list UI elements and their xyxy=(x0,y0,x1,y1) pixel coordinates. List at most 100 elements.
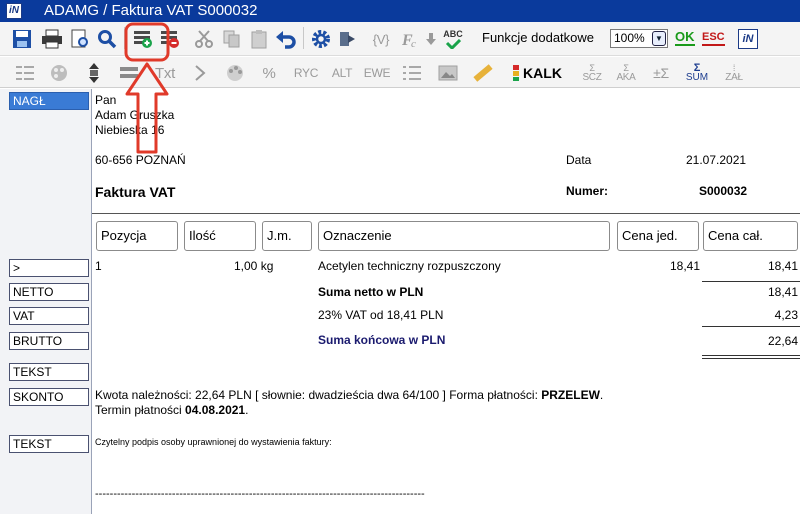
paste-icon[interactable] xyxy=(247,28,271,50)
settings-gear-icon[interactable] xyxy=(309,28,333,50)
numbered-list-icon[interactable] xyxy=(401,62,423,84)
print-preview-icon[interactable] xyxy=(68,28,92,50)
payment-summary-text: Kwota należności: 22,64 PLN [ słownie: d… xyxy=(95,388,538,402)
section-column: NAGŁ > NETTO VAT BRUTTO TEKST SKONTO TEK… xyxy=(0,89,92,514)
netto-label: Suma netto w PLN xyxy=(318,285,424,299)
item-position: 1 xyxy=(95,259,102,273)
recipient-city: 60-656 POZNAŃ xyxy=(95,153,186,167)
recipient-name: Adam Gruszka xyxy=(95,108,175,122)
spellcheck-label: ABC xyxy=(443,29,463,39)
zoom-value: 100% xyxy=(614,31,645,45)
additional-functions-button[interactable]: Funkcje dodatkowe xyxy=(482,30,594,45)
ok-button[interactable]: OK xyxy=(675,29,695,46)
section-netto[interactable]: NETTO xyxy=(9,283,89,301)
date-value: 21.07.2021 xyxy=(686,153,747,167)
alt-button[interactable]: ALT xyxy=(328,62,356,84)
column-header-name[interactable]: Oznaczenie xyxy=(318,221,610,251)
column-header-unit[interactable]: J.m. xyxy=(262,221,312,251)
svg-text:c: c xyxy=(411,38,416,49)
attachment-label: ZAŁ xyxy=(725,72,743,83)
vat-label: 23% VAT od 18,41 PLN xyxy=(318,308,444,322)
table-lines-icon[interactable] xyxy=(13,62,37,84)
chevron-down-icon[interactable]: ▼ xyxy=(652,31,666,46)
attachment-button[interactable]: ⁞ ZAŁ xyxy=(720,62,748,84)
number-value: S000032 xyxy=(699,184,748,198)
window-title: ADAMG / Faktura VAT S000032 xyxy=(44,2,258,19)
recipient-street: Niebieska 16 xyxy=(95,123,165,137)
variable-icon[interactable]: {V} xyxy=(368,28,394,50)
arrow-down-icon xyxy=(424,28,438,50)
item-total-rule xyxy=(702,281,800,282)
payment-term-label: Termin płatności xyxy=(95,403,182,417)
section-tekst-signature[interactable]: TEKST xyxy=(9,435,89,453)
sum-label: SUM xyxy=(685,72,709,83)
section-skonto[interactable]: SKONTO xyxy=(9,388,89,406)
cut-icon[interactable] xyxy=(192,28,216,50)
paint-icon[interactable] xyxy=(223,62,247,84)
section-tekst[interactable]: TEKST xyxy=(9,363,89,381)
chevron-right-icon[interactable] xyxy=(190,62,210,84)
item-total: 18,41 xyxy=(767,259,798,273)
search-icon[interactable] xyxy=(95,28,119,50)
brutto-rule-2 xyxy=(702,358,800,359)
sum-button[interactable]: Σ SUM xyxy=(683,62,711,84)
spellcheck-icon[interactable]: ABC xyxy=(440,28,466,50)
item-unit-price: 18,41 xyxy=(669,259,700,273)
column-header-position[interactable]: Pozycja xyxy=(96,221,178,251)
palette-icon[interactable] xyxy=(47,62,71,84)
move-vertical-icon[interactable] xyxy=(83,62,105,84)
header-divider xyxy=(92,213,800,214)
payment-term: Termin płatności 04.08.2021. xyxy=(95,403,249,417)
add-row-icon[interactable] xyxy=(131,28,155,50)
document-title: Faktura VAT xyxy=(95,184,176,200)
item-name: Acetylen techniczny rozpuszczony xyxy=(318,259,501,273)
sum-plus-icon[interactable]: ±Σ xyxy=(649,62,673,84)
section-vat[interactable]: VAT xyxy=(9,307,89,325)
ruler-icon[interactable] xyxy=(472,62,494,84)
text-button[interactable]: Txt xyxy=(152,62,178,84)
payment-form: PRZELEW xyxy=(541,388,600,402)
netto-value: 18,41 xyxy=(767,285,798,299)
signature-line: ----------------------------------------… xyxy=(95,488,425,500)
save-icon[interactable] xyxy=(10,28,34,50)
recipient-salutation: Pan xyxy=(95,93,117,107)
zoom-select[interactable]: 100% ▼ xyxy=(610,29,668,48)
brutto-label: Suma końcowa w PLN xyxy=(318,333,446,347)
undo-icon[interactable] xyxy=(274,28,298,50)
item-quantity: 1,00 kg xyxy=(234,259,274,273)
section-position[interactable]: > xyxy=(9,259,89,277)
main-toolbar: {V} Fc ABC Funkcje dodatkowe 100% ▼ OK E… xyxy=(0,22,800,56)
brutto-rule-1 xyxy=(702,355,800,356)
percent-button[interactable]: % xyxy=(259,62,279,84)
scz-label: SCZ xyxy=(582,72,602,83)
invoice-document: Pan Adam Gruszka Niebieska 16 60-656 POZ… xyxy=(92,89,800,514)
column-header-unit-price[interactable]: Cena jed. xyxy=(617,221,699,251)
brutto-value: 22,64 xyxy=(767,334,798,348)
section-header-nagl[interactable]: NAGŁ xyxy=(9,92,89,110)
column-header-quantity[interactable]: Ilość xyxy=(184,221,256,251)
print-icon[interactable] xyxy=(40,28,64,50)
calculator-button[interactable]: KALK xyxy=(508,62,566,84)
title-bar: iN ADAMG / Faktura VAT S000032 xyxy=(0,0,800,22)
ewe-button[interactable]: EWE xyxy=(363,62,391,84)
scz-button[interactable]: Σ SCZ xyxy=(578,62,606,84)
calculator-label: KALK xyxy=(523,65,562,81)
insert-line-icon[interactable] xyxy=(118,62,140,84)
app-logo-button[interactable]: iN xyxy=(738,29,758,49)
image-icon[interactable] xyxy=(436,62,460,84)
delete-row-icon[interactable] xyxy=(158,28,182,50)
aka-button[interactable]: Σ AKA xyxy=(612,62,640,84)
section-brutto[interactable]: BRUTTO xyxy=(9,332,89,350)
document-export-icon[interactable] xyxy=(336,28,360,50)
date-label: Data xyxy=(566,153,592,167)
payment-term-value: 04.08.2021 xyxy=(185,403,246,417)
vat-value: 4,23 xyxy=(774,308,798,322)
column-header-total-price[interactable]: Cena cał. xyxy=(703,221,798,251)
vat-rule xyxy=(702,326,800,327)
formula-icon[interactable]: Fc xyxy=(400,28,422,50)
ryc-button[interactable]: RYC xyxy=(292,62,320,84)
app-logo-icon: iN xyxy=(6,3,22,19)
payment-summary: Kwota należności: 22,64 PLN [ słownie: d… xyxy=(95,388,604,402)
copy-icon[interactable] xyxy=(220,28,244,50)
esc-button[interactable]: ESC xyxy=(702,30,725,46)
